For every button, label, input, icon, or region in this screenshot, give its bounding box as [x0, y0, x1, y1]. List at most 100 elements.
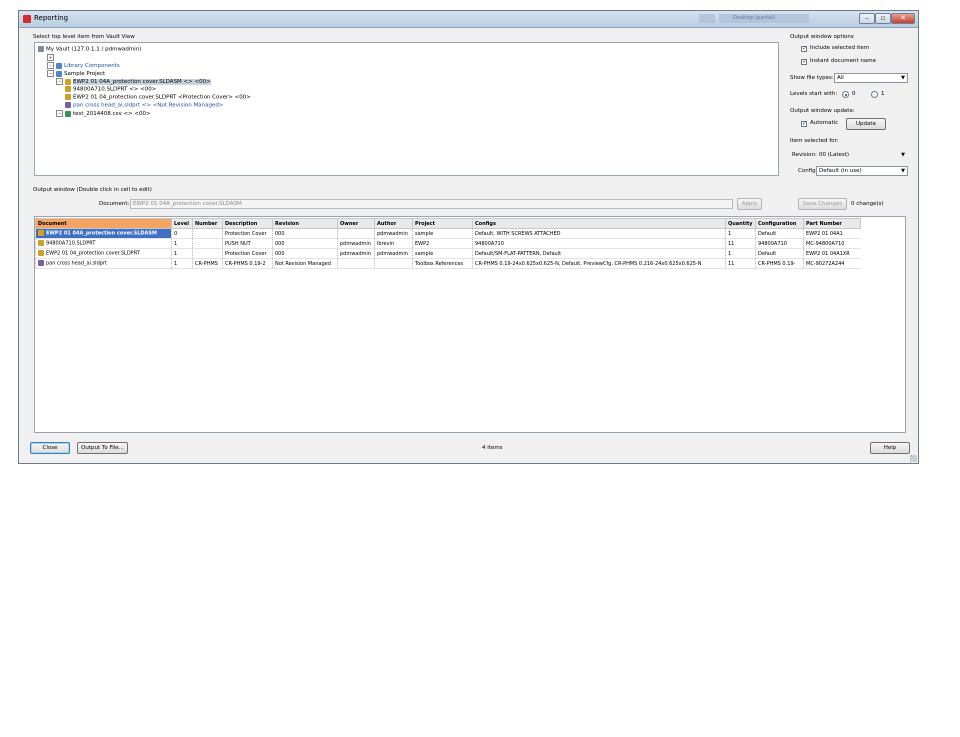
table-cell[interactable]: 000: [272, 238, 338, 249]
table-cell[interactable]: 1: [725, 228, 756, 239]
table-cell[interactable]: CR-PHMS 0.19-: [755, 258, 804, 269]
table-cell[interactable]: Default: [755, 228, 804, 239]
column-header[interactable]: Owner: [337, 218, 375, 229]
table-row[interactable]: EWP2 01 04_protection cover.SLDPRT 1 Prote…: [35, 248, 861, 259]
tree-node[interactable]: − Library Components: [47, 62, 120, 69]
table-cell[interactable]: CR-PHMS 0.19-2: [222, 258, 273, 269]
title-bar[interactable]: Reporting Desktop (partial) – ▫ ✕: [19, 11, 918, 28]
table-cell[interactable]: 000: [272, 228, 338, 239]
instant-name-checkbox[interactable]: [801, 58, 807, 65]
table-cell[interactable]: EWP2 01 04A1: [803, 228, 861, 239]
column-header[interactable]: Number: [192, 218, 223, 229]
vault-tree[interactable]: My Vault (127.0.1.1 / pdmwadmin) + − Librar…: [34, 42, 779, 176]
column-header[interactable]: Level: [171, 218, 193, 229]
table-cell[interactable]: [374, 258, 413, 269]
table-cell[interactable]: Protection Cover: [222, 248, 273, 259]
table-cell[interactable]: 1: [725, 248, 756, 259]
table-cell[interactable]: EWP2 01 04A1XR: [803, 248, 861, 259]
table-cell[interactable]: 11: [725, 238, 756, 249]
table-cell[interactable]: [337, 258, 375, 269]
table-cell[interactable]: 000: [272, 248, 338, 259]
column-header[interactable]: Configs: [472, 218, 726, 229]
table-row[interactable]: 94800A710.SLDPRT 1 PUSH NUT 000 pdmwadmin lbr…: [35, 238, 861, 249]
tree-node[interactable]: EWP2 01 04_protection cover.SLDPRT <Prot…: [65, 94, 251, 101]
apply-button[interactable]: Apply: [737, 198, 762, 210]
table-cell[interactable]: pdmwadmin: [337, 248, 375, 259]
level-0-radio[interactable]: [842, 91, 849, 98]
column-header[interactable]: Part Number: [803, 218, 861, 229]
minimize-button[interactable]: –: [859, 13, 875, 24]
output-to-file-button[interactable]: Output To File...: [77, 442, 128, 454]
expander-icon[interactable]: +: [47, 54, 54, 61]
table-cell[interactable]: sample: [412, 248, 473, 259]
tree-node[interactable]: 94800A710.SLDPRT <> <00>: [65, 86, 156, 93]
table-cell[interactable]: 1: [171, 238, 193, 249]
table-cell[interactable]: CR-PHMS: [192, 258, 223, 269]
table-cell[interactable]: EWP2 01 04A_protection cover.SLDASM: [35, 228, 172, 239]
table-row[interactable]: pan cross head_ai.sldprt 1 CR-PHMS CR-PHMS …: [35, 258, 861, 269]
table-cell[interactable]: Not Revision Managed: [272, 258, 338, 269]
table-cell[interactable]: pdmwadmin: [374, 228, 413, 239]
table-cell[interactable]: MC-94800A710: [803, 238, 861, 249]
table-cell[interactable]: [337, 228, 375, 239]
include-selected-checkbox[interactable]: [801, 45, 807, 52]
table-cell[interactable]: pdmwadmin: [374, 248, 413, 259]
table-cell[interactable]: 0: [171, 228, 193, 239]
help-button[interactable]: Help: [870, 442, 910, 454]
table-cell[interactable]: [192, 238, 223, 249]
table-cell[interactable]: 11: [725, 258, 756, 269]
expander-icon[interactable]: −: [47, 62, 54, 69]
save-changes-button[interactable]: Save Changes: [798, 198, 847, 210]
column-header[interactable]: Project: [412, 218, 473, 229]
table-cell[interactable]: Default/SM-FLAT-PATTERN, Default: [472, 248, 726, 259]
table-cell[interactable]: 94800A710: [755, 238, 804, 249]
expander-icon[interactable]: −: [56, 110, 63, 117]
table-cell[interactable]: pdmwadmin: [337, 238, 375, 249]
table-cell[interactable]: EWP2 01 04_protection cover.SLDPRT: [35, 248, 172, 259]
table-cell[interactable]: EWP2: [412, 238, 473, 249]
table-cell[interactable]: 1: [171, 248, 193, 259]
table-cell[interactable]: CR-PHMS 0.19-24x0.625x0.625-N, Default, …: [472, 258, 726, 269]
document-field[interactable]: EWP2 01 04A_protection cover.SLDASM: [130, 199, 733, 209]
close-button[interactable]: Close: [30, 442, 70, 454]
output-grid[interactable]: Document Level Number Description Revision Ow…: [34, 216, 906, 433]
resize-grip[interactable]: [910, 455, 917, 462]
table-cell[interactable]: Toolbox References: [412, 258, 473, 269]
table-cell[interactable]: 94800A710: [472, 238, 726, 249]
table-row[interactable]: EWP2 01 04A_protection cover.SLDASM 0 Prot…: [35, 228, 861, 239]
table-cell[interactable]: 1: [171, 258, 193, 269]
tree-node[interactable]: − Sample Project: [47, 70, 105, 77]
tree-node[interactable]: − EWP2 01 04A_protection cover.SLDASM <> …: [56, 78, 211, 85]
update-button[interactable]: Update: [846, 118, 886, 130]
revision-dropdown[interactable]: 00 (Latest) ▼: [816, 150, 908, 160]
table-cell[interactable]: sample: [412, 228, 473, 239]
column-header[interactable]: Description: [222, 218, 273, 229]
automatic-checkbox[interactable]: [801, 120, 807, 127]
tree-node[interactable]: − test_2014408.csv <> <00>: [56, 110, 151, 117]
config-dropdown[interactable]: Default (in use) ▼: [816, 166, 908, 176]
table-cell[interactable]: Protection Cover: [222, 228, 273, 239]
tree-node[interactable]: pan cross head_ai.sldprt <> <Not Revisio…: [65, 102, 223, 109]
level-1-radio[interactable]: [871, 91, 878, 98]
column-header[interactable]: Revision: [272, 218, 338, 229]
column-header[interactable]: Author: [374, 218, 413, 229]
maximize-button[interactable]: ▫: [875, 13, 891, 24]
table-cell[interactable]: 94800A710.SLDPRT: [35, 238, 172, 249]
file-types-dropdown[interactable]: All ▼: [834, 73, 908, 83]
tree-node[interactable]: My Vault (127.0.1.1 / pdmwadmin): [38, 46, 141, 53]
table-cell[interactable]: MC-90272A244: [803, 258, 861, 269]
table-cell[interactable]: lbrevin: [374, 238, 413, 249]
table-cell[interactable]: Default: [755, 248, 804, 259]
tree-node[interactable]: +: [47, 54, 56, 61]
table-cell[interactable]: [192, 248, 223, 259]
column-header[interactable]: Quantity: [725, 218, 756, 229]
column-header[interactable]: Document: [35, 218, 172, 229]
table-cell[interactable]: pan cross head_ai.sldprt: [35, 258, 172, 269]
table-cell[interactable]: Default, WITH SCREWS ATTACHED: [472, 228, 726, 239]
column-header[interactable]: Configuration: [755, 218, 804, 229]
expander-icon[interactable]: −: [56, 78, 63, 85]
table-cell[interactable]: PUSH NUT: [222, 238, 273, 249]
expander-icon[interactable]: −: [47, 70, 54, 77]
table-cell[interactable]: [192, 228, 223, 239]
close-window-button[interactable]: ✕: [891, 13, 915, 24]
